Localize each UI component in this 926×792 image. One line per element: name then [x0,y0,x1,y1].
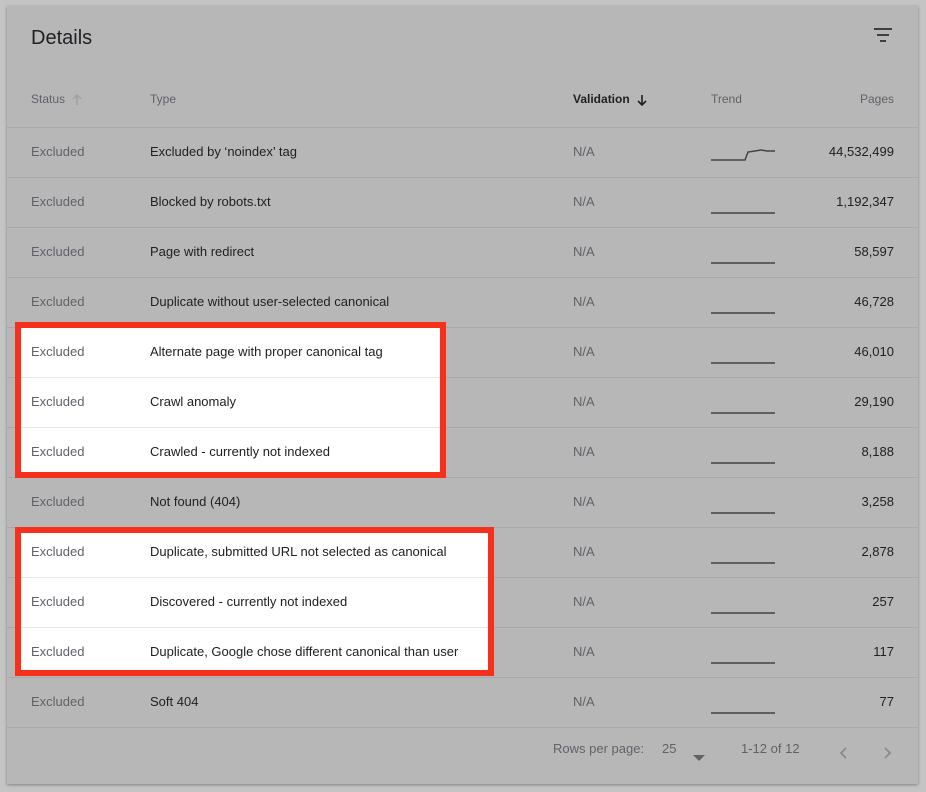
table-row[interactable]: Excluded Discovered - currently not index… [7,577,918,627]
validation-cell: N/A [573,244,595,259]
status-cell: Excluded [31,294,85,309]
sort-arrow-up-icon [72,93,82,105]
pages-cell: 257 [872,594,894,609]
table-row[interactable]: Excluded Duplicate, Google chose differen… [7,627,918,677]
validation-cell: N/A [573,544,595,559]
sort-arrow-down-icon [637,94,647,106]
details-card: Details Status Type Validation Trend Pag… [7,6,918,784]
table-row[interactable]: Excluded Page with redirect N/A 58,597 [7,227,918,277]
status-cell: Excluded [31,594,85,609]
trend-sparkline [711,412,775,414]
column-header-pages[interactable]: Pages [860,92,894,106]
trend-sparkline [711,662,775,664]
type-cell: Soft 404 [150,694,199,709]
trend-sparkline [711,462,775,464]
table-row[interactable]: Excluded Alternate page with proper canon… [7,327,918,377]
pages-cell: 77 [879,694,894,709]
validation-cell: N/A [573,644,595,659]
pages-cell: 46,728 [854,294,894,309]
validation-cell: N/A [573,444,595,459]
validation-cell: N/A [573,394,595,409]
column-header-validation-label: Validation [573,92,630,106]
type-cell: Excluded by ‘noindex’ tag [150,144,297,159]
validation-cell: N/A [573,694,595,709]
status-cell: Excluded [31,644,85,659]
status-cell: Excluded [31,544,85,559]
status-cell: Excluded [31,344,85,359]
pages-cell: 117 [873,644,894,659]
status-cell: Excluded [31,144,85,159]
pages-cell: 46,010 [854,344,894,359]
type-cell: Crawl anomaly [150,394,236,409]
trend-sparkline [711,512,775,514]
type-cell: Not found (404) [150,494,241,509]
table-row[interactable]: Excluded Duplicate without user-selected … [7,277,918,327]
rows-per-page-select[interactable]: 25 [662,741,676,756]
validation-cell: N/A [573,144,595,159]
status-cell: Excluded [31,244,85,259]
validation-cell: N/A [573,194,595,209]
chevron-left-icon[interactable] [837,746,851,760]
type-cell: Alternate page with proper canonical tag [150,344,383,359]
pages-cell: 3,258 [861,494,894,509]
filter-icon[interactable] [874,27,894,43]
pages-cell: 8,188 [861,444,894,459]
table-row[interactable]: Excluded Not found (404) N/A 3,258 [7,477,918,527]
column-header-validation[interactable]: Validation [573,92,648,106]
status-cell: Excluded [31,444,85,459]
type-cell: Duplicate without user-selected canonica… [150,294,390,309]
column-header-status-label: Status [31,92,66,106]
trend-sparkline [711,262,775,264]
trend-sparkline [711,212,775,214]
table-row[interactable]: Excluded Duplicate, submitted URL not sel… [7,527,918,577]
status-cell: Excluded [31,394,85,409]
table-row[interactable]: Excluded Blocked by robots.txt N/A 1,192,34… [7,177,918,227]
type-cell: Duplicate, Google chose different canoni… [150,644,459,659]
pages-cell: 2,878 [861,544,894,559]
type-cell: Page with redirect [150,244,255,259]
table-row[interactable]: Excluded Soft 404 N/A 77 [7,677,918,727]
status-cell: Excluded [31,194,85,209]
table-row[interactable]: Excluded Crawled - currently not indexed N… [7,427,918,477]
pages-cell: 44,532,499 [828,144,894,159]
trend-sparkline [711,362,775,364]
table-row[interactable]: Excluded Crawl anomaly N/A 29,190 [7,377,918,427]
column-header-status[interactable]: Status [31,92,83,106]
column-header-trend[interactable]: Trend [711,92,742,106]
chevron-down-icon[interactable] [693,755,705,761]
chevron-right-icon[interactable] [880,746,894,760]
validation-cell: N/A [573,594,595,609]
trend-sparkline [711,562,775,564]
card-title: Details [31,27,93,49]
validation-cell: N/A [573,344,595,359]
trend-sparkline [711,612,775,614]
type-cell: Crawled - currently not indexed [150,444,330,459]
table-row[interactable]: Excluded Excluded by ‘noindex’ tag N/A 44,5… [7,127,918,177]
status-cell: Excluded [31,694,85,709]
row-divider [7,727,918,728]
type-cell: Duplicate, submitted URL not selected as… [150,544,447,559]
validation-cell: N/A [573,294,595,309]
status-cell: Excluded [31,494,85,509]
pages-cell: 1,192,347 [836,194,894,209]
trend-sparkline [711,149,775,161]
column-header-type[interactable]: Type [150,92,176,106]
trend-sparkline [711,312,775,314]
type-cell: Blocked by robots.txt [150,194,271,209]
validation-cell: N/A [573,494,595,509]
type-cell: Discovered - currently not indexed [150,594,348,609]
trend-sparkline [711,712,775,714]
pagination-range: 1-12 of 12 [741,741,800,756]
rows-per-page-label: Rows per page: [553,741,645,756]
pages-cell: 58,597 [854,244,894,259]
pages-cell: 29,190 [854,394,894,409]
